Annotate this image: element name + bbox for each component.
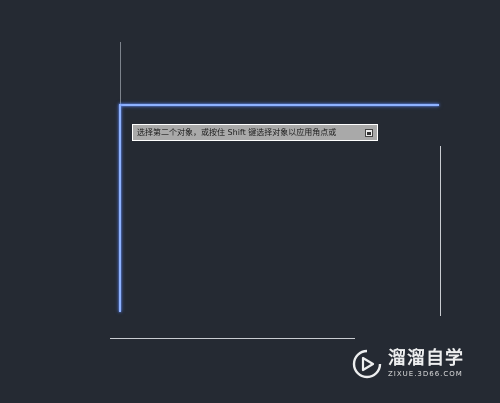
- watermark-url: ZIXUE.3D66.COM: [388, 370, 463, 378]
- watermark: 溜溜自学 ZIXUE.3D66.COM: [352, 337, 470, 391]
- selected-line-left[interactable]: [119, 104, 121, 312]
- keyboard-toggle-icon[interactable]: [365, 128, 373, 137]
- play-logo-icon: [352, 349, 382, 379]
- line-horizontal-bottom[interactable]: [110, 338, 355, 339]
- selected-line-top[interactable]: [120, 104, 439, 106]
- line-vertical-right[interactable]: [440, 146, 441, 316]
- drawing-canvas[interactable]: 选择第二个对象，或按住 Shift 键选择对象以应用角点或 溜溜自学 ZIXUE…: [0, 0, 500, 403]
- watermark-title: 溜溜自学: [388, 348, 464, 369]
- command-tooltip: 选择第二个对象，或按住 Shift 键选择对象以应用角点或: [132, 124, 378, 141]
- line-vertical-top-left[interactable]: [120, 42, 121, 104]
- tooltip-text: 选择第二个对象，或按住 Shift 键选择对象以应用角点或: [137, 128, 337, 137]
- watermark-text: 溜溜自学 ZIXUE.3D66.COM: [388, 349, 464, 379]
